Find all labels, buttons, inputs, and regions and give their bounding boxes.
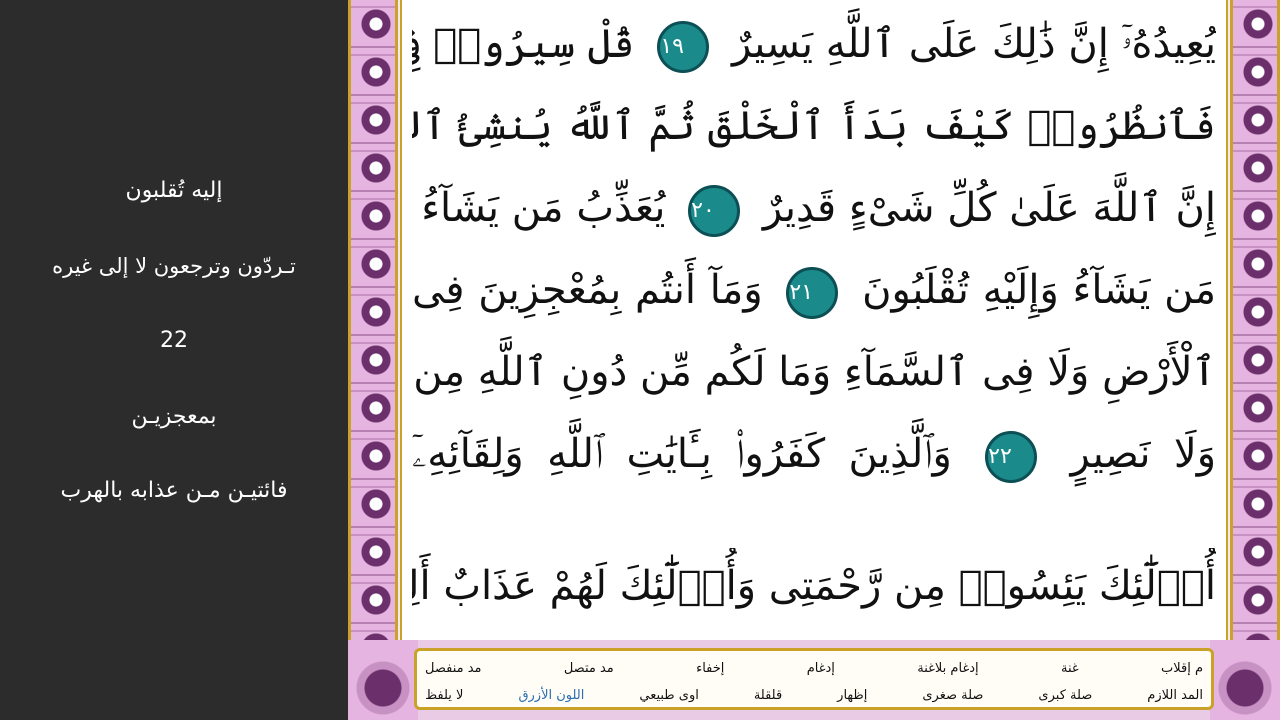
- legend-item: اوى طبيعي: [639, 687, 699, 703]
- legend-item: إظهار: [837, 687, 868, 703]
- legend-item: المد اللازم: [1147, 687, 1203, 703]
- legend-item: إدغام: [806, 660, 835, 676]
- verse-text: وَٱلَّذِينَ كَفَرُوا۟ بِـَٔايَٰتِ ٱللَّه…: [412, 431, 952, 477]
- note-5: فائتيـن مـن عذابه بالهرب: [60, 478, 288, 503]
- verse-text: قُلْ سِيرُوا۟ فِى ٱلْأَرْضِ: [412, 21, 635, 67]
- mushaf-page: يُعِيدُهُۥٓ إِنَّ ذَٰلِكَ عَلَى ٱللَّهِ …: [348, 0, 1280, 720]
- corner-ornament-right: [1210, 640, 1280, 720]
- quran-line-6: وَلَا نَصِيرٍ ٢٢ وَٱلَّذِينَ كَفَرُوا۟ ب…: [412, 416, 1216, 492]
- legend-item: قلقلة: [753, 687, 783, 703]
- verse-text: مَن يَشَآءُ وَإِلَيْهِ تُقْلَبُونَ: [862, 267, 1216, 313]
- legend-row-1: م إقلاب غنة إدغام بلاغنة إدغام إخفاء مد …: [425, 654, 1203, 682]
- note-1: إليه تُقلبون: [125, 178, 223, 203]
- legend-item: إخفاء: [696, 660, 725, 676]
- legend-item: لا يلفظ: [425, 687, 464, 703]
- verse-text: وَلَا نَصِيرٍ: [1070, 431, 1216, 477]
- ayah-number-marker: ١٩: [657, 21, 710, 73]
- ayah-number-marker: ٢١: [786, 267, 839, 319]
- verse-text: إِنَّ ٱللَّهَ عَلَىٰ كُلِّ شَىْءٍ قَدِير…: [762, 185, 1216, 231]
- note-verse-number: 22: [160, 328, 188, 353]
- quran-line-3: إِنَّ ٱللَّهَ عَلَىٰ كُلِّ شَىْءٍ قَدِير…: [412, 170, 1216, 246]
- legend-item: م إقلاب: [1160, 660, 1203, 676]
- commentary-panel: إليه تُقلبون تـردّون وترجعون لا إلى غيره…: [0, 0, 348, 720]
- tajweed-legend: م إقلاب غنة إدغام بلاغنة إدغام إخفاء مد …: [414, 648, 1214, 710]
- ayah-number-marker: ٢٠: [688, 185, 741, 237]
- legend-item: غنة: [1060, 660, 1079, 676]
- quran-text-area: يُعِيدُهُۥٓ إِنَّ ذَٰلِكَ عَلَى ٱللَّهِ …: [400, 0, 1228, 640]
- note-4: بمعجزيـن: [131, 404, 217, 429]
- decorative-border-right: [1230, 0, 1280, 640]
- verse-text: يُعَذِّبُ مَن يَشَآءُ وَيَرْحَمُ: [412, 185, 666, 231]
- quran-line-5: ٱلْأَرْضِ وَلَا فِى ٱلسَّمَآءِ وَمَا لَك…: [412, 334, 1216, 410]
- quran-line-2: فَٱنظُرُوا۟ كَيْفَ بَدَأَ ٱلْخَلْقَ ثُمَ…: [412, 88, 1216, 164]
- verse-text: وَمَآ أَنتُم بِمُعْجِزِينَ فِى: [412, 267, 763, 313]
- legend-item: صلة كبرى: [1038, 687, 1093, 703]
- corner-ornament-left: [348, 640, 418, 720]
- ayah-number-marker: ٢٢: [985, 431, 1038, 483]
- quran-line-7: أُو۟لَٰٓئِكَ يَئِسُوا۟ مِن رَّحْمَتِى وَ…: [412, 548, 1216, 624]
- legend-item: اللون الأزرق: [518, 687, 585, 703]
- quran-line-1: يُعِيدُهُۥٓ إِنَّ ذَٰلِكَ عَلَى ٱللَّهِ …: [412, 6, 1216, 82]
- legend-item: مد منفصل: [425, 660, 482, 676]
- legend-item: إدغام بلاغنة: [917, 660, 979, 676]
- verse-text: يُعِيدُهُۥٓ إِنَّ ذَٰلِكَ عَلَى ٱللَّهِ …: [732, 21, 1216, 67]
- verse-text: أُو۟لَٰٓئِكَ يَئِسُوا۟ مِن رَّحْمَتِى وَ…: [412, 563, 1216, 609]
- verse-text: ٱلْأَرْضِ وَلَا فِى ٱلسَّمَآءِ وَمَا لَك…: [412, 349, 1216, 395]
- legend-item: مد متصل: [563, 660, 614, 676]
- quran-line-4: مَن يَشَآءُ وَإِلَيْهِ تُقْلَبُونَ ٢١ وَ…: [412, 252, 1216, 328]
- note-2: تـردّون وترجعون لا إلى غيره: [52, 254, 296, 278]
- verse-text: فَٱنظُرُوا۟ كَيْفَ بَدَأَ ٱلْخَلْقَ ثُمَ…: [412, 103, 1216, 149]
- legend-row-2: المد اللازم صلة كبرى صلة صغرى إظهار قلقل…: [425, 681, 1203, 709]
- decorative-border-left: [348, 0, 398, 640]
- legend-item: صلة صغرى: [922, 687, 984, 703]
